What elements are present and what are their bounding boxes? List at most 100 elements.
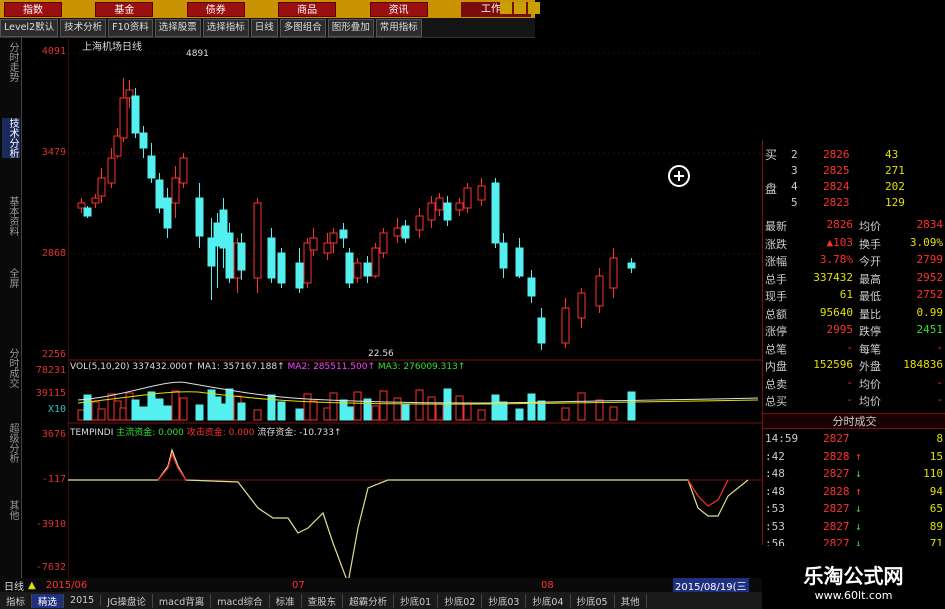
menu-news[interactable]: 资讯	[369, 1, 428, 17]
quote-value: -	[936, 393, 943, 406]
indicator-tab[interactable]: 精选	[32, 593, 65, 608]
bid-row: 2 2826 43	[763, 148, 945, 163]
quote-label: 总买	[765, 395, 787, 408]
toolbar-select-stock[interactable]: 选择股票	[154, 18, 201, 37]
volume-bar	[147, 391, 156, 421]
quote-value: 2834	[916, 218, 944, 231]
sidebar-fullscreen[interactable]: 全屏	[2, 268, 20, 288]
quote-value: 2451	[916, 323, 944, 336]
candle-body	[97, 177, 106, 197]
quote-value: 2952	[916, 270, 944, 284]
indicator-tab[interactable]: macd综合	[211, 593, 270, 608]
tick-price: 2827	[823, 432, 850, 445]
indicator-tab[interactable]: 抄底01	[394, 593, 439, 608]
sidebar-intraday-trades[interactable]: 分时成交	[2, 348, 20, 388]
kline-chart[interactable]	[68, 38, 762, 578]
sidebar-super-analysis[interactable]: 超级分析	[2, 423, 20, 463]
indicator-tab[interactable]: macd背离	[153, 593, 212, 608]
indicator-tab[interactable]: 抄底05	[571, 593, 615, 608]
vol-ma3: MA3: 276009.313↑	[377, 362, 466, 372]
sidebar-intraday[interactable]: 分时走势	[2, 42, 20, 82]
quote-row: 总手 337432 最高 2952	[763, 271, 945, 286]
quote-label: 最高	[859, 272, 881, 286]
quote-row: 涨跌 ▲103 换手 3.09%	[763, 236, 945, 251]
tick-time: :53	[765, 519, 785, 533]
date-label-3: 08	[541, 579, 554, 591]
period-label[interactable]: 日线	[4, 578, 24, 593]
quote-label: 现手	[765, 290, 787, 303]
indicator-tab[interactable]: 抄底04	[526, 593, 571, 608]
quote-value: 2826	[826, 218, 854, 231]
volume-bar	[353, 391, 362, 421]
quote-label: 外盘	[859, 360, 881, 373]
quote-value: -	[846, 375, 853, 389]
bid-level: 2	[791, 148, 798, 161]
indicator-tab[interactable]: 抄底03	[482, 593, 527, 608]
menu-bond[interactable]: 债券	[186, 1, 245, 17]
candle-body	[119, 97, 128, 139]
indicator-tab[interactable]: 2015	[64, 595, 102, 606]
volume-bar	[163, 405, 172, 421]
price-tick-low: 2256	[41, 349, 66, 360]
tick-time: :42	[765, 449, 785, 463]
volume-bar	[627, 391, 636, 421]
menu-commodity[interactable]: 商品	[278, 1, 337, 17]
low-price-label: 22.56	[368, 349, 394, 359]
volume-bar	[379, 390, 388, 421]
tick-arrow: ↓	[855, 467, 862, 480]
minimize-icon[interactable]	[500, 2, 512, 14]
price-tick-3: 2868	[41, 248, 66, 259]
volume-bar	[435, 403, 444, 421]
volume-bar	[455, 395, 464, 421]
toolbar-f10[interactable]: F10资料	[108, 18, 153, 37]
indicator-tab[interactable]: 查股东	[302, 593, 344, 608]
toolbar-common-indicator[interactable]: 常用指标	[375, 18, 422, 37]
tick-time: :48	[765, 484, 785, 498]
chart-title: 上海机场日线	[82, 42, 142, 53]
candle-body	[113, 135, 122, 157]
bid-price: 2825	[823, 164, 850, 177]
tick-volume: 8	[936, 432, 943, 445]
candle-body	[537, 317, 546, 344]
toolbar-select-indicator[interactable]: 选择指标	[202, 18, 249, 37]
volume-bar	[371, 405, 380, 421]
indicator-tab[interactable]: 标准	[270, 593, 302, 608]
bid-row: 5 2823 129	[763, 196, 945, 211]
sidebar-tech-analysis[interactable]: 技术分析	[2, 118, 20, 158]
quote-value: 61	[839, 288, 853, 301]
toolbar-daily[interactable]: 日线	[250, 18, 278, 37]
toolbar-tech-analysis[interactable]: 技术分析	[60, 18, 107, 37]
indicator-tab[interactable]: JG操盘论	[101, 593, 153, 608]
menu-index[interactable]: 指数	[4, 1, 62, 17]
quote-panel: 买 盘 2 2826 43 3 2825 271 4 2824 202 5 2823 129 最新 28…	[762, 140, 945, 550]
sidebar-basic-info[interactable]: 基本资料	[2, 196, 20, 236]
candle-body	[427, 202, 436, 221]
indicator-tab[interactable]: 指标	[0, 593, 33, 608]
toolbar-multi-chart[interactable]: 多图组合	[279, 18, 326, 37]
indicator-tabs: 指标 精选 2015 JG操盘论 macd背离 macd综合 标准 查股东 超霸分析 抄底01 抄底…	[0, 592, 762, 609]
sidebar-other[interactable]: 其他	[2, 500, 20, 520]
toolbar-overlay[interactable]: 图形叠加	[327, 18, 374, 37]
bid-volume: 43	[885, 148, 899, 161]
volume-bar	[195, 404, 204, 421]
ticks-title[interactable]: 分时成交	[763, 413, 945, 429]
candle-body	[339, 229, 348, 239]
toolbar-level2[interactable]: Level2默认	[0, 18, 59, 37]
close-icon[interactable]	[528, 2, 540, 14]
indicator-tab[interactable]: 超霸分析	[343, 593, 395, 608]
quote-row: 总卖 - 均价 -	[763, 376, 945, 391]
bid-price: 2824	[823, 180, 850, 193]
quote-value: -	[846, 393, 853, 406]
candle-body	[577, 292, 586, 319]
candle-body	[455, 202, 464, 211]
indicator-tab[interactable]: 其他	[615, 593, 647, 608]
candle-body	[491, 182, 500, 244]
indicator-tab[interactable]: 抄底02	[438, 593, 483, 608]
quote-label: 每笔	[859, 342, 881, 356]
maximize-icon[interactable]	[514, 2, 526, 14]
toolbar: Level2默认 技术分析 F10资料 选择股票 选择指标 日线 多图组合 图形…	[0, 18, 535, 38]
menu-fund[interactable]: 基金	[95, 1, 154, 17]
quote-row: 最新 2826 均价 2834	[763, 218, 945, 233]
quote-value: 3.09%	[909, 235, 943, 249]
volume-bar	[97, 408, 106, 421]
